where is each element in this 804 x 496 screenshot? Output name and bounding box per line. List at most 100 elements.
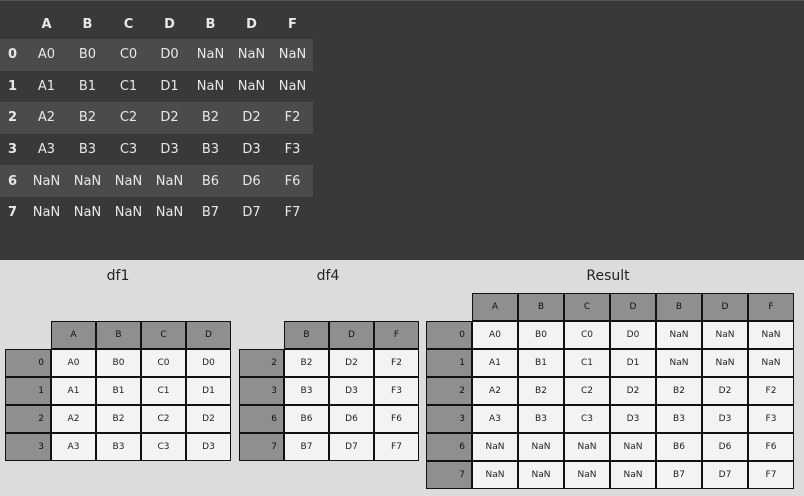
output-cell: B3 [190, 133, 231, 166]
df4-table: B D F 2 B2 D2 F2 3 B3 D3 F3 6 B6 D6 F6 7 B7 D7 F7 [239, 321, 419, 461]
result-cell: NaN [656, 321, 702, 349]
result-row: 6 NaN NaN NaN NaN B6 D6 F6 [426, 433, 794, 461]
result-cell: D0 [610, 321, 656, 349]
output-cell: A1 [26, 70, 67, 103]
df4-header-row: BDF [239, 321, 419, 349]
df1-cell: D3 [186, 433, 231, 461]
result-cell: NaN [564, 433, 610, 461]
result-cell: B7 [656, 461, 702, 489]
df4-cell: D2 [329, 349, 374, 377]
df1-column-header: A [51, 321, 96, 349]
result-column-header: B [518, 293, 564, 321]
output-cell: F2 [272, 102, 313, 134]
result-cell: NaN [518, 433, 564, 461]
result-row-index: 0 [426, 321, 472, 349]
result-cell: NaN [748, 321, 794, 349]
column-header: B [82, 16, 93, 32]
output-cell: B0 [67, 39, 108, 71]
df4-column-header: D [329, 321, 374, 349]
output-cell: C2 [108, 102, 149, 134]
df4-cell: B7 [284, 433, 329, 461]
output-cell: NaN [108, 165, 149, 197]
df1-cell: C0 [141, 349, 186, 377]
row-index: 6 [0, 165, 26, 197]
df4-cell: F7 [374, 433, 419, 461]
result-header-row: ABCDBDF [426, 293, 794, 321]
df1-cell: B1 [96, 377, 141, 405]
result-cell: D3 [702, 405, 748, 433]
df1-row-index: 2 [5, 405, 51, 433]
index-header [0, 9, 26, 39]
df1-cell: D1 [186, 377, 231, 405]
result-table: A B C D B D F 0 A0 B0 C0 D0 NaN NaN NaN 1 A1 B1 C1 D1 NaN NaN… [426, 293, 794, 489]
output-cell: NaN [190, 70, 231, 103]
output-cell: NaN [26, 165, 67, 197]
output-cell: B6 [190, 165, 231, 197]
df1-header-row: ABCD [5, 321, 231, 349]
df4-cell: B6 [284, 405, 329, 433]
df4-cell: B3 [284, 377, 329, 405]
row-index: 2 [0, 102, 26, 134]
output-cell: NaN [190, 39, 231, 71]
output-cell: NaN [26, 196, 67, 229]
output-row: 2 A2 B2 C2 D2 B2 D2 F2 [0, 102, 313, 134]
result-cell: A1 [472, 349, 518, 377]
output-cell: F6 [272, 165, 313, 197]
result-cell: D1 [610, 349, 656, 377]
result-cell: A3 [472, 405, 518, 433]
output-row: 3 A3 B3 C3 D3 B3 D3 F3 [0, 133, 313, 166]
column-header: D [164, 16, 175, 32]
result-cell: F2 [748, 377, 794, 405]
df1-cell: A0 [51, 349, 96, 377]
df1-cell: B0 [96, 349, 141, 377]
df1-cell: B3 [96, 433, 141, 461]
result-row: 1 A1 B1 C1 D1 NaN NaN NaN [426, 349, 794, 377]
output-cell: D3 [231, 133, 272, 166]
result-row-index: 1 [426, 349, 472, 377]
dataframe-output: A B C D B D F 0 A0 B0 C0 D0 NaN NaN NaN 1 A1 B1 C1 D… [0, 0, 804, 260]
output-row: 7 NaN NaN NaN NaN B7 D7 F7 [0, 196, 313, 229]
result-cell: B3 [518, 405, 564, 433]
df1-column-header: B [96, 321, 141, 349]
result-cell: C0 [564, 321, 610, 349]
result-row-index: 3 [426, 405, 472, 433]
result-cell: NaN [472, 433, 518, 461]
row-index: 1 [0, 70, 26, 103]
df1-cell: D2 [186, 405, 231, 433]
df4-cell: B2 [284, 349, 329, 377]
output-row: 6 NaN NaN NaN NaN B6 D6 F6 [0, 165, 313, 197]
column-header: F [288, 16, 297, 32]
result-cell: C1 [564, 349, 610, 377]
result-column-header: B [656, 293, 702, 321]
result-cell: NaN [656, 349, 702, 377]
output-cell: NaN [231, 39, 272, 71]
output-cell: A0 [26, 39, 67, 71]
result-cell: F3 [748, 405, 794, 433]
output-cell: F3 [272, 133, 313, 166]
output-row: 0 A0 B0 C0 D0 NaN NaN NaN [0, 39, 313, 71]
df4-cell: D3 [329, 377, 374, 405]
output-cell: B1 [67, 70, 108, 103]
result-title: Result [586, 268, 630, 284]
df1-row: 3 A3 B3 C3 D3 [5, 433, 231, 461]
df4-row-index: 3 [239, 377, 284, 405]
result-cell: D7 [702, 461, 748, 489]
result-cell: D2 [610, 377, 656, 405]
result-row-index: 2 [426, 377, 472, 405]
df4-row: 6 B6 D6 F6 [239, 405, 419, 433]
result-cell: B2 [518, 377, 564, 405]
df4-row: 2 B2 D2 F2 [239, 349, 419, 377]
df1-table: A B C D 0 A0 B0 C0 D0 1 A1 B1 C1 D1 2 A2 B2 C2 D2 3 A3 B3 C3 D3 [5, 321, 231, 461]
result-cell: NaN [702, 321, 748, 349]
result-cell: NaN [518, 461, 564, 489]
output-cell: D2 [149, 102, 190, 134]
df1-cell: A1 [51, 377, 96, 405]
df4-row: 7 B7 D7 F7 [239, 433, 419, 461]
df4-cell: F2 [374, 349, 419, 377]
column-header: C [123, 16, 134, 32]
df4-column-header: B [284, 321, 329, 349]
result-column-header: A [472, 293, 518, 321]
output-cell: B7 [190, 196, 231, 229]
df1-row: 1 A1 B1 C1 D1 [5, 377, 231, 405]
df4-row: 3 B3 D3 F3 [239, 377, 419, 405]
